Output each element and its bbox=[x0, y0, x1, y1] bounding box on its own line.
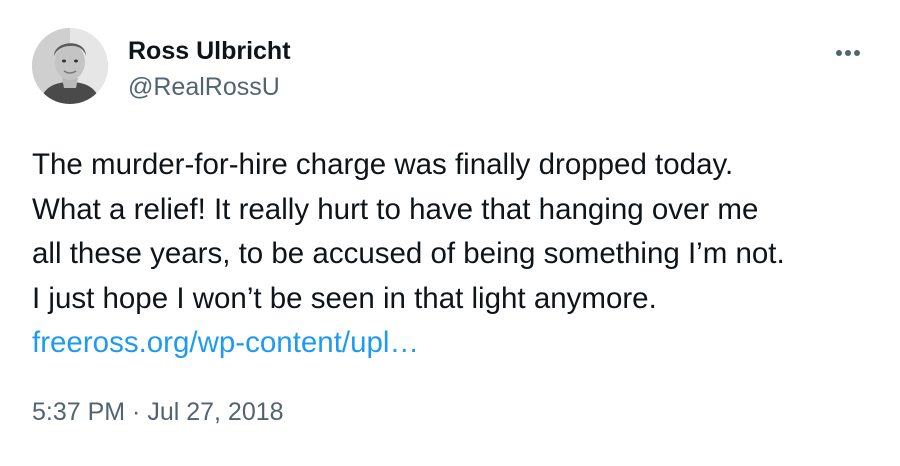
tweet-link[interactable]: freeross.org/wp-content/upl… bbox=[32, 326, 419, 359]
tweet-text-line: What a relief! It really hurt to have th… bbox=[32, 192, 759, 226]
more-dot bbox=[845, 50, 851, 56]
avatar-photo bbox=[32, 28, 108, 104]
avatar[interactable] bbox=[32, 28, 108, 104]
more-dot bbox=[854, 50, 860, 56]
author-name[interactable]: Ross Ulbricht bbox=[128, 36, 291, 66]
more-dot bbox=[836, 50, 842, 56]
author-handle[interactable]: @RealRossU bbox=[128, 72, 280, 102]
more-horizontal-icon[interactable] bbox=[826, 38, 870, 68]
tweet-text-line: all these years, to be accused of being … bbox=[32, 237, 785, 270]
tweet-timestamp[interactable]: 5:37 PM · Jul 27, 2018 bbox=[32, 396, 284, 428]
tweet-card: Ross Ulbricht @RealRossU The murder-for-… bbox=[0, 0, 900, 466]
tweet-text-line: I just hope I won’t be seen in that ligh… bbox=[32, 281, 657, 315]
tweet-text-line: The murder-for-hire charge was finally d… bbox=[32, 148, 734, 181]
tweet-text: The murder-for-hire charge was finally d… bbox=[32, 143, 882, 366]
